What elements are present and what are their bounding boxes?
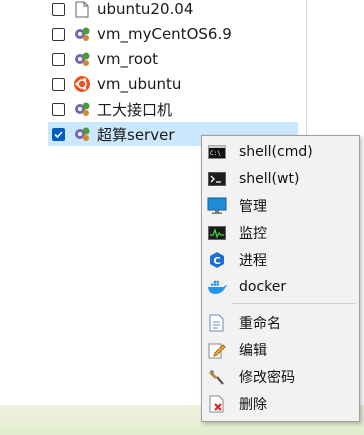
server-gear-icon (73, 100, 91, 118)
tree-item-label: ubuntu20.04 (97, 0, 194, 18)
server-gear-icon (73, 25, 91, 43)
tree-item-vm-root[interactable]: vm_root (48, 47, 298, 71)
menu-item-label: 进程 (239, 253, 267, 269)
menu-item-label: docker (239, 279, 287, 295)
ubuntu-icon (73, 75, 91, 93)
cmd-icon: C:\ (206, 141, 228, 163)
tree-item-ubuntu2004[interactable]: ubuntu20.04 (48, 0, 298, 21)
menu-item-shell-cmd[interactable]: C:\ shell(cmd) (203, 139, 358, 165)
app-window: ubuntu20.04 vm_myCentOS6.9 vm_root vm_ub… (0, 0, 364, 435)
tree-item-gongda-interface[interactable]: 工大接口机 (48, 97, 298, 121)
menu-item-change-password[interactable]: 修改密码 (203, 364, 358, 390)
tree-item-label: vm_myCentOS6.9 (97, 25, 232, 43)
tree-item-label: 工大接口机 (97, 100, 173, 119)
edit-icon (206, 339, 228, 361)
activity-monitor-icon (206, 222, 228, 244)
menu-item-label: shell(wt) (239, 171, 300, 187)
delete-icon (206, 393, 228, 415)
tree-item-label: 超算server (97, 125, 175, 144)
menu-item-label: shell(cmd) (239, 144, 313, 160)
menu-item-process[interactable]: C 进程 (203, 247, 358, 273)
menu-item-label: 编辑 (239, 343, 267, 359)
tree-item-vm-mycentos69[interactable]: vm_myCentOS6.9 (48, 22, 298, 46)
document-icon (73, 0, 91, 18)
key-icon (206, 366, 228, 388)
rename-icon (206, 312, 228, 334)
tree-item-vm-ubuntu[interactable]: vm_ubuntu (48, 72, 298, 96)
menu-item-delete[interactable]: 删除 (203, 391, 358, 417)
terminal-icon (206, 168, 228, 190)
menu-item-edit[interactable]: 编辑 (203, 337, 358, 363)
menu-item-label: 删除 (239, 397, 267, 413)
menu-item-manage[interactable]: 管理 (203, 193, 358, 219)
menu-item-rename[interactable]: 重命名 (203, 310, 358, 336)
svg-text:C:\: C:\ (210, 150, 221, 157)
menu-item-label: 管理 (239, 199, 267, 215)
checkbox-checked[interactable] (52, 127, 65, 141)
menu-item-label: 修改密码 (239, 370, 295, 386)
tree-item-label: vm_ubuntu (97, 75, 182, 93)
context-menu: C:\ shell(cmd) shell(wt) 管理 监控 C 进程 dock… (201, 135, 360, 422)
docker-icon (206, 276, 228, 298)
menu-separator (232, 303, 356, 304)
checkbox[interactable] (52, 52, 65, 66)
checkbox[interactable] (52, 102, 65, 116)
menu-item-label: 监控 (239, 226, 267, 242)
checkbox[interactable] (52, 27, 65, 41)
server-gear-icon (73, 50, 91, 68)
menu-item-shell-wt[interactable]: shell(wt) (203, 166, 358, 192)
server-gear-icon (73, 125, 91, 143)
menu-item-docker[interactable]: docker (203, 274, 358, 300)
process-icon: C (206, 249, 228, 271)
monitor-icon (206, 195, 228, 217)
menu-item-label: 重命名 (239, 316, 281, 332)
menu-item-monitor[interactable]: 监控 (203, 220, 358, 246)
checkbox[interactable] (52, 77, 65, 91)
tree-item-label: vm_root (97, 50, 159, 68)
svg-text:C: C (213, 256, 220, 267)
checkmark-icon (54, 130, 63, 138)
checkbox[interactable] (52, 2, 65, 16)
